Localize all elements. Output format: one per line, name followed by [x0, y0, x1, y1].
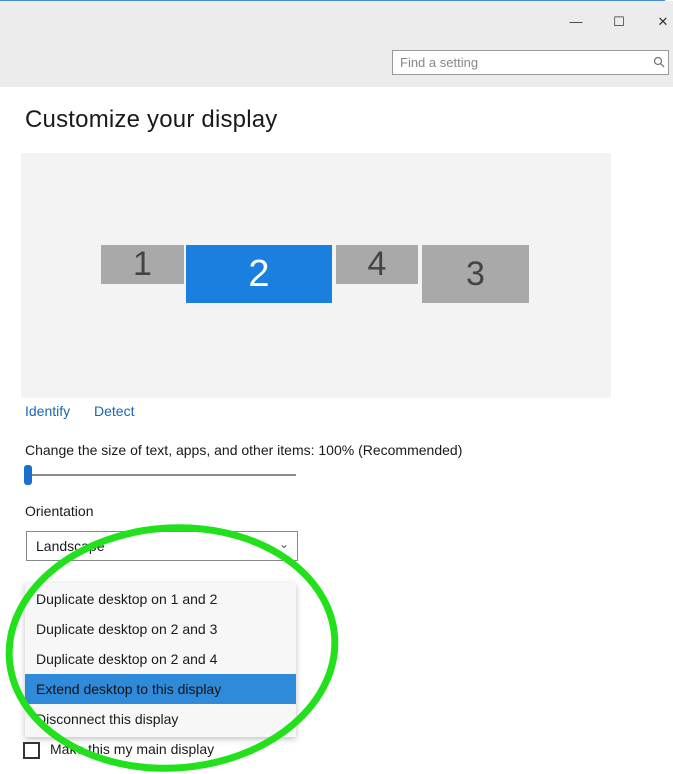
chevron-down-icon: ⌄: [278, 537, 289, 551]
main-display-label: Make this my main display: [50, 741, 215, 757]
dropdown-option-duplicate-2-4[interactable]: Duplicate desktop on 2 and 4: [25, 644, 296, 674]
scale-label: Change the size of text, apps, and other…: [25, 442, 463, 458]
multiple-displays-dropdown[interactable]: Duplicate desktop on 1 and 2 Duplicate d…: [25, 583, 296, 737]
close-button[interactable]: ✕: [653, 13, 673, 31]
scale-slider-track[interactable]: [28, 474, 296, 476]
identify-link[interactable]: Identify: [25, 403, 70, 419]
monitor-3[interactable]: 3: [422, 245, 529, 303]
dropdown-option-extend[interactable]: Extend desktop to this display: [25, 674, 296, 704]
dropdown-option-disconnect[interactable]: Disconnect this display: [25, 704, 296, 734]
search-input[interactable]: Find a setting: [392, 50, 669, 75]
orientation-select[interactable]: Landscape ⌄: [26, 531, 298, 561]
dropdown-option-duplicate-2-3[interactable]: Duplicate desktop on 2 and 3: [25, 614, 296, 644]
search-icon[interactable]: [653, 56, 665, 68]
maximize-button[interactable]: ☐: [609, 13, 629, 31]
main-display-checkbox[interactable]: [23, 742, 40, 759]
monitor-4[interactable]: 4: [336, 245, 418, 284]
detect-link[interactable]: Detect: [94, 403, 134, 419]
monitor-2[interactable]: 2: [186, 245, 332, 303]
display-arrangement-area: 1 2 4 3: [21, 153, 611, 398]
page-title: Customize your display: [25, 106, 278, 133]
title-bar: — ☐ ✕ Find a setting: [0, 1, 673, 87]
search-placeholder: Find a setting: [400, 55, 479, 70]
monitor-1[interactable]: 1: [101, 245, 184, 284]
dropdown-option-duplicate-1-2[interactable]: Duplicate desktop on 1 and 2: [25, 584, 296, 614]
orientation-value: Landscape: [36, 538, 105, 554]
orientation-label: Orientation: [25, 503, 94, 519]
scale-slider-thumb[interactable]: [24, 465, 32, 485]
minimize-button[interactable]: —: [566, 13, 586, 31]
